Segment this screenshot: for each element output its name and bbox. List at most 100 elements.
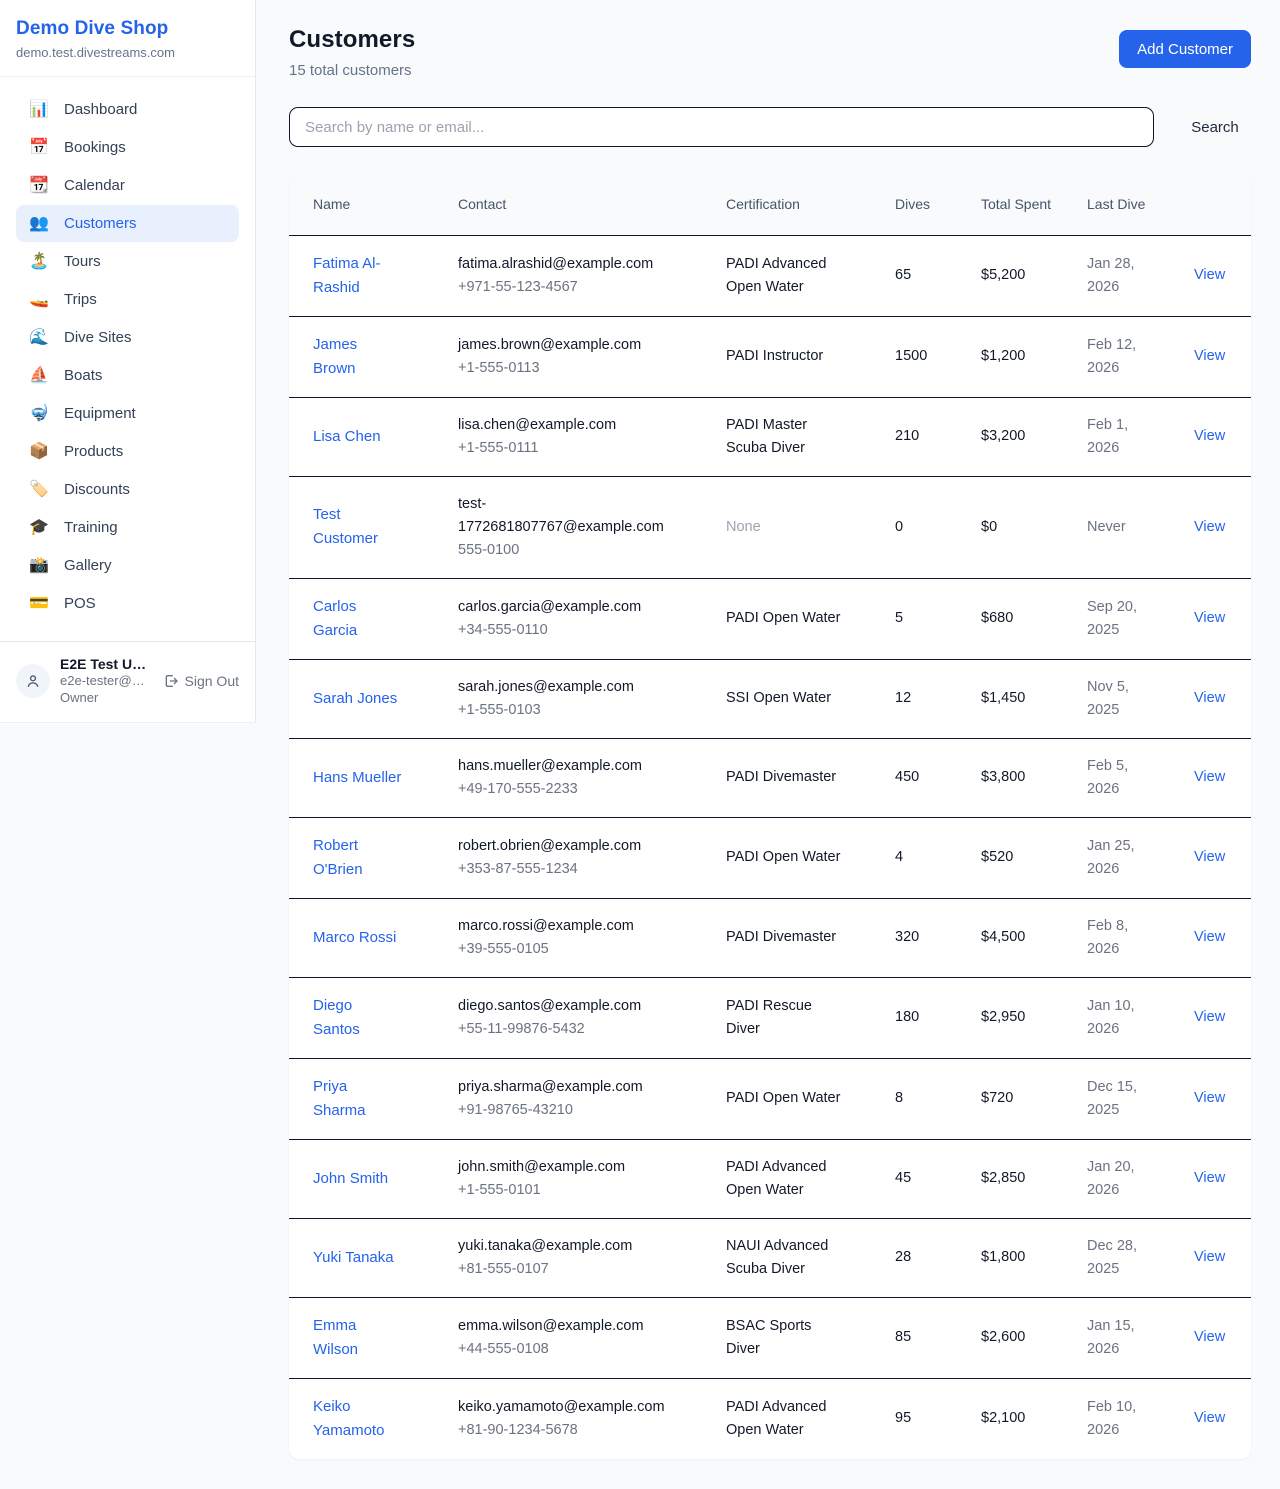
- sidebar-item-icon: 🚤: [28, 292, 50, 308]
- last-dive-date: Jan 20, 2026: [1063, 1139, 1170, 1218]
- sidebar-item-icon: ⛵: [28, 368, 50, 384]
- customer-name-link[interactable]: Lisa Chen: [313, 428, 381, 445]
- customer-name-link[interactable]: Test Customer: [313, 506, 378, 547]
- last-dive-date: Jan 15, 2026: [1063, 1297, 1170, 1378]
- user-email: e2e-tester@…: [60, 672, 146, 689]
- total-spent: $1,450: [957, 659, 1063, 738]
- sidebar-item-bookings[interactable]: 📅 Bookings: [16, 129, 239, 166]
- view-link[interactable]: View: [1194, 267, 1225, 283]
- certification: PADI Open Water: [702, 817, 871, 898]
- customer-phone: +1-555-0111: [458, 437, 678, 460]
- last-dive-date: Dec 15, 2025: [1063, 1058, 1170, 1139]
- view-link[interactable]: View: [1194, 1410, 1225, 1426]
- sidebar-item-calendar[interactable]: 📆 Calendar: [16, 167, 239, 204]
- dives-count: 65: [871, 235, 957, 316]
- search-input[interactable]: [289, 107, 1154, 147]
- sidebar-item-discounts[interactable]: 🏷️ Discounts: [16, 471, 239, 508]
- view-link[interactable]: View: [1194, 348, 1225, 364]
- sign-out-button[interactable]: Sign Out: [163, 673, 239, 689]
- total-spent: $2,100: [957, 1378, 1063, 1459]
- sidebar-item-equipment[interactable]: 🤿 Equipment: [16, 395, 239, 432]
- view-link[interactable]: View: [1194, 1329, 1225, 1345]
- contact-cell: priya.sharma@example.com +91-98765-43210: [434, 1058, 702, 1139]
- total-spent: $3,200: [957, 397, 1063, 476]
- sign-out-label: Sign Out: [185, 673, 239, 689]
- customer-name-link[interactable]: Sarah Jones: [313, 690, 397, 707]
- certification: PADI Master Scuba Diver: [702, 397, 871, 476]
- avatar: [16, 664, 50, 698]
- customer-count: 15 total customers: [289, 62, 415, 79]
- sidebar-item-training[interactable]: 🎓 Training: [16, 509, 239, 546]
- customer-name-link[interactable]: John Smith: [313, 1170, 388, 1187]
- sidebar-item-products[interactable]: 📦 Products: [16, 433, 239, 470]
- view-link[interactable]: View: [1194, 1090, 1225, 1106]
- sidebar-item-icon: 🏝️: [28, 254, 50, 270]
- sidebar-item-trips[interactable]: 🚤 Trips: [16, 281, 239, 318]
- customer-name-link[interactable]: Priya Sharma: [313, 1078, 366, 1119]
- customer-name-link[interactable]: Keiko Yamamoto: [313, 1398, 384, 1439]
- customer-email: fatima.alrashid@example.com: [458, 253, 678, 276]
- sidebar-item-pos[interactable]: 💳 POS: [16, 585, 239, 622]
- contact-cell: sarah.jones@example.com +1-555-0103: [434, 659, 702, 738]
- view-link[interactable]: View: [1194, 769, 1225, 785]
- column-header-contact: Contact: [434, 173, 702, 235]
- sidebar-item-tours[interactable]: 🏝️ Tours: [16, 243, 239, 280]
- table-row: Hans Mueller hans.mueller@example.com +4…: [289, 738, 1251, 817]
- sidebar-item-boats[interactable]: ⛵ Boats: [16, 357, 239, 394]
- total-spent: $4,500: [957, 898, 1063, 977]
- total-spent: $2,850: [957, 1139, 1063, 1218]
- certification: PADI Advanced Open Water: [702, 1139, 871, 1218]
- view-link[interactable]: View: [1194, 929, 1225, 945]
- view-link[interactable]: View: [1194, 610, 1225, 626]
- sidebar-item-gallery[interactable]: 📸 Gallery: [16, 547, 239, 584]
- customer-name-link[interactable]: Carlos Garcia: [313, 598, 357, 639]
- view-link[interactable]: View: [1194, 519, 1225, 535]
- customer-name-link[interactable]: James Brown: [313, 336, 357, 377]
- sidebar-item-icon: 🌊: [28, 330, 50, 346]
- customer-phone: +44-555-0108: [458, 1338, 678, 1361]
- table-row: Lisa Chen lisa.chen@example.com +1-555-0…: [289, 397, 1251, 476]
- view-link[interactable]: View: [1194, 1009, 1225, 1025]
- total-spent: $1,800: [957, 1218, 1063, 1297]
- sidebar-item-dashboard[interactable]: 📊 Dashboard: [16, 91, 239, 128]
- view-link[interactable]: View: [1194, 1249, 1225, 1265]
- customer-name-link[interactable]: Emma Wilson: [313, 1317, 358, 1358]
- customers-table-card: Name Contact Certification Dives Total S…: [289, 173, 1251, 1459]
- customer-name-link[interactable]: Diego Santos: [313, 997, 360, 1038]
- sidebar-item-customers[interactable]: 👥 Customers: [16, 205, 239, 242]
- contact-cell: diego.santos@example.com +55-11-99876-54…: [434, 977, 702, 1058]
- table-row: Marco Rossi marco.rossi@example.com +39-…: [289, 898, 1251, 977]
- view-link[interactable]: View: [1194, 428, 1225, 444]
- table-row: John Smith john.smith@example.com +1-555…: [289, 1139, 1251, 1218]
- user-name: E2E Test U…: [60, 656, 146, 672]
- customer-name-link[interactable]: Marco Rossi: [313, 929, 396, 946]
- sidebar: Demo Dive Shop demo.test.divestreams.com…: [0, 0, 256, 723]
- sidebar-item-icon: 🏷️: [28, 482, 50, 498]
- add-customer-button[interactable]: Add Customer: [1119, 30, 1251, 68]
- customer-phone: 555-0100: [458, 539, 678, 562]
- dives-count: 180: [871, 977, 957, 1058]
- last-dive-date: Never: [1063, 476, 1170, 578]
- customer-email: john.smith@example.com: [458, 1156, 678, 1179]
- certification: PADI Rescue Diver: [702, 977, 871, 1058]
- dives-count: 95: [871, 1378, 957, 1459]
- certification: PADI Advanced Open Water: [702, 235, 871, 316]
- customer-name-link[interactable]: Robert O'Brien: [313, 837, 363, 878]
- customer-name-link[interactable]: Hans Mueller: [313, 769, 401, 786]
- customer-name-link[interactable]: Yuki Tanaka: [313, 1249, 394, 1266]
- customer-email: emma.wilson@example.com: [458, 1315, 678, 1338]
- view-link[interactable]: View: [1194, 690, 1225, 706]
- column-header-total-spent: Total Spent: [957, 173, 1063, 235]
- total-spent: $2,950: [957, 977, 1063, 1058]
- dives-count: 320: [871, 898, 957, 977]
- search-button[interactable]: Search: [1179, 115, 1251, 140]
- last-dive-date: Feb 5, 2026: [1063, 738, 1170, 817]
- customer-name-link[interactable]: Fatima Al-Rashid: [313, 255, 381, 296]
- sidebar-item-icon: 📦: [28, 444, 50, 460]
- view-link[interactable]: View: [1194, 849, 1225, 865]
- customer-phone: +81-555-0107: [458, 1258, 678, 1281]
- view-link[interactable]: View: [1194, 1170, 1225, 1186]
- sidebar-header: Demo Dive Shop demo.test.divestreams.com: [0, 0, 255, 77]
- table-row: James Brown james.brown@example.com +1-5…: [289, 316, 1251, 397]
- sidebar-item-dive-sites[interactable]: 🌊 Dive Sites: [16, 319, 239, 356]
